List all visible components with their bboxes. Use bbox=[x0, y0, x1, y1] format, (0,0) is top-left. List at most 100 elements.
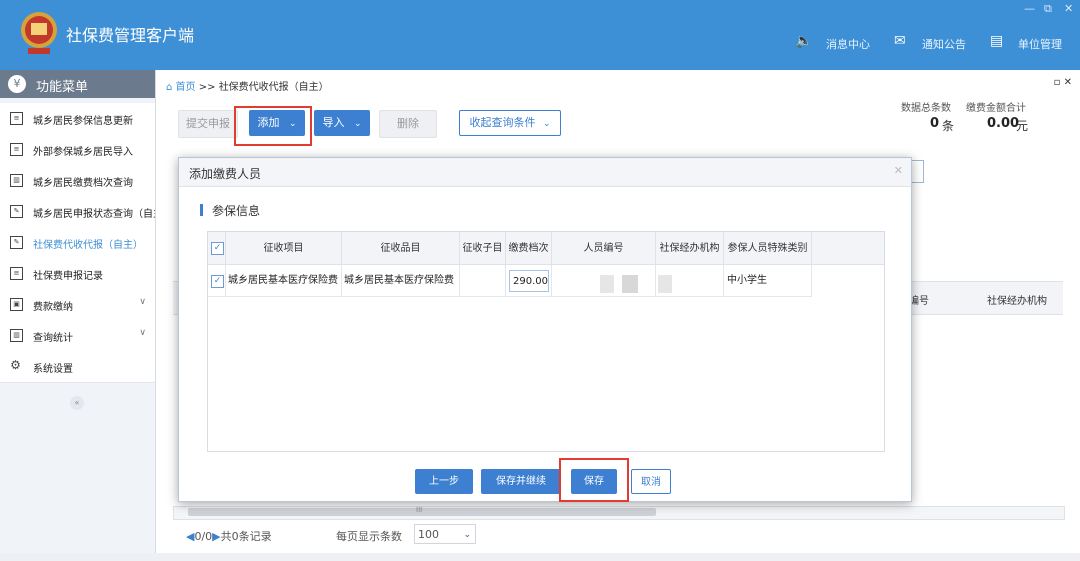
bar-chart-icon: ▥ bbox=[10, 174, 23, 187]
cancel-button[interactable]: 取消 bbox=[631, 469, 671, 494]
app-title: 社保费管理客户端 bbox=[66, 26, 195, 45]
collapse-sidebar-button[interactable]: « bbox=[70, 396, 84, 410]
breadcrumb: ⌂ 首页 >> 社保费代收代报（自主） bbox=[166, 78, 329, 93]
amount-total-unit: 元 bbox=[1016, 119, 1029, 133]
yuan-icon: ¥ bbox=[8, 75, 26, 93]
speaker-icon[interactable]: 🔈 bbox=[795, 33, 812, 49]
filter-button-label: 收起查询条件 bbox=[469, 116, 536, 129]
fee-level-input[interactable]: 290.00 bbox=[509, 270, 549, 292]
close-icon[interactable]: ✕ bbox=[1064, 2, 1073, 15]
row-checkbox[interactable]: ✓ bbox=[211, 275, 224, 288]
select-all-header: ✓ bbox=[208, 232, 226, 265]
sidebar-item-fee-level-query[interactable]: ▥ 城乡居民缴费档次查询 bbox=[0, 165, 155, 197]
sidebar: ¥ 功能菜单 ≡ 城乡居民参保信息更新 ≡ 外部参保城乡居民导入 ▥ 城乡居民缴… bbox=[0, 70, 156, 561]
amount-total-label: 缴费金额合计 bbox=[966, 103, 1026, 114]
dialog-title: 添加缴费人员 bbox=[189, 167, 262, 181]
submit-declare-button[interactable]: 提交申报 bbox=[178, 110, 238, 138]
column-header-fee-level: 缴费档次 bbox=[506, 232, 552, 265]
row-select-cell: ✓ bbox=[208, 265, 226, 297]
column-header-sub-item: 征收品目 bbox=[342, 232, 460, 265]
sidebar-item-label: 费款缴纳 bbox=[33, 302, 73, 313]
record-count-label: 数据总条数 bbox=[901, 103, 951, 114]
tab-controls[interactable]: ▫ ✕ bbox=[1054, 77, 1072, 88]
record-count-unit: 条 bbox=[942, 119, 955, 133]
dialog-close-icon[interactable]: ✕ bbox=[894, 164, 903, 177]
cell-sub-sub bbox=[460, 265, 506, 297]
gear-icon: ⚙ bbox=[10, 358, 21, 372]
sidebar-item-query-stats[interactable]: ▥ 查询统计 ∨ bbox=[0, 320, 155, 352]
save-and-continue-button[interactable]: 保存并继续 bbox=[481, 469, 561, 494]
hidden-field-edge bbox=[912, 160, 924, 183]
highlight-box-add bbox=[234, 106, 312, 146]
document-icon: ≡ bbox=[10, 143, 23, 156]
column-header-filler bbox=[812, 232, 884, 265]
highlight-box-save bbox=[559, 458, 629, 502]
title-bar: 社保费管理客户端 🔈 消息中心 ✉ 通知公告 ▤ 单位管理 — ⧉ ✕ bbox=[0, 0, 1080, 70]
chevron-down-icon: ⌄ bbox=[353, 119, 362, 129]
maximize-icon[interactable]: ⧉ bbox=[1044, 2, 1052, 16]
import-button[interactable]: 导入 ⌄ bbox=[314, 110, 370, 136]
breadcrumb-separator: >> bbox=[198, 82, 216, 93]
column-header-agency: 社保经办机构 bbox=[656, 232, 724, 265]
sidebar-item-external-import[interactable]: ≡ 外部参保城乡居民导入 bbox=[0, 134, 155, 166]
delete-button[interactable]: 删除 bbox=[379, 110, 437, 138]
previous-step-button[interactable]: 上一步 bbox=[415, 469, 473, 494]
toggle-filter-button[interactable]: 收起查询条件 ⌄ bbox=[459, 110, 561, 136]
select-all-checkbox[interactable]: ✓ bbox=[211, 242, 224, 255]
cell-special-category: 中小学生 bbox=[724, 265, 812, 297]
import-button-label: 导入 bbox=[322, 116, 345, 129]
breadcrumb-current: 社保费代收代报（自主） bbox=[218, 82, 329, 93]
building-icon[interactable]: ▤ bbox=[990, 33, 1003, 49]
document-icon: ≡ bbox=[10, 267, 23, 280]
list-icon: ≡ bbox=[10, 112, 23, 125]
redacted-person-id bbox=[600, 275, 614, 293]
pager: ◀0/0▶共0条记录 bbox=[186, 528, 272, 544]
total-records: 共0条记录 bbox=[220, 530, 272, 543]
page-info: 0/0 bbox=[194, 530, 213, 543]
sidebar-item-settings[interactable]: ⚙ 系统设置 bbox=[0, 351, 155, 383]
sidebar-item-resident-info-update[interactable]: ≡ 城乡居民参保信息更新 bbox=[0, 103, 155, 135]
sidebar-item-fee-payment[interactable]: ▣ 费款缴纳 ∨ bbox=[0, 289, 155, 321]
sidebar-item-label: 外部参保城乡居民导入 bbox=[33, 147, 133, 158]
chevron-down-icon: ⌄ bbox=[463, 530, 471, 540]
sidebar-item-label: 社保费申报记录 bbox=[33, 271, 103, 282]
section-title: 参保信息 bbox=[212, 204, 261, 218]
tax-emblem-logo bbox=[21, 12, 57, 54]
sidebar-item-label: 城乡居民参保信息更新 bbox=[33, 116, 133, 127]
mail-icon[interactable]: ✉ bbox=[894, 33, 906, 49]
sidebar-item-label: 系统设置 bbox=[33, 364, 73, 375]
status-bar bbox=[0, 553, 1080, 561]
sidebar-item-declare-status-query[interactable]: ✎ 城乡居民申报状态查询（自主 bbox=[0, 196, 155, 228]
insured-info-grid: ✓ 征收项目 征收品目 征收子目 缴费档次 人员编号 社保经办机构 参保人员特殊… bbox=[207, 231, 885, 452]
sidebar-item-collect-declare[interactable]: ✎ 社保费代收代报（自主） bbox=[0, 227, 155, 259]
chevron-down-icon: ∨ bbox=[139, 328, 146, 338]
record-count-value: 0 bbox=[930, 116, 940, 131]
chevron-down-icon: ∨ bbox=[139, 297, 146, 307]
redacted-person-id bbox=[622, 275, 638, 293]
column-header-agency: 社保经办机构 bbox=[987, 296, 1047, 307]
cell-item: 城乡居民基本医疗保险费 bbox=[226, 265, 342, 297]
column-header-item: 征收项目 bbox=[226, 232, 342, 265]
unit-management-link[interactable]: 单位管理 bbox=[1018, 36, 1062, 52]
amount-total-value: 0.00 bbox=[987, 116, 1020, 131]
message-center-link[interactable]: 消息中心 bbox=[826, 36, 870, 52]
sidebar-title: 功能菜单 bbox=[36, 80, 89, 95]
bar-chart-icon: ▥ bbox=[10, 329, 23, 342]
cell-sub-item: 城乡居民基本医疗保险费 bbox=[342, 265, 460, 297]
payment-icon: ▣ bbox=[10, 298, 23, 311]
page-size-value: 100 bbox=[418, 528, 439, 541]
breadcrumb-home[interactable]: 首页 bbox=[176, 82, 196, 93]
sidebar-item-label: 城乡居民缴费档次查询 bbox=[33, 178, 133, 189]
chevron-down-icon: ⌄ bbox=[542, 119, 551, 129]
column-header-person-id: 人员编号 bbox=[552, 232, 656, 265]
minimize-icon[interactable]: — bbox=[1024, 2, 1035, 15]
column-header-sub-sub: 征收子目 bbox=[460, 232, 506, 265]
scrollbar-thumb[interactable]: III bbox=[188, 506, 656, 516]
sidebar-item-declare-records[interactable]: ≡ 社保费申报记录 bbox=[0, 258, 155, 290]
page-size-select[interactable]: 100 ⌄ bbox=[414, 524, 476, 544]
dialog-header: 添加缴费人员 ✕ bbox=[179, 158, 911, 187]
sidebar-item-label: 查询统计 bbox=[33, 333, 73, 344]
notice-link[interactable]: 通知公告 bbox=[922, 36, 966, 52]
home-icon: ⌂ bbox=[166, 82, 173, 93]
next-page-icon[interactable]: ▶ bbox=[212, 530, 220, 543]
